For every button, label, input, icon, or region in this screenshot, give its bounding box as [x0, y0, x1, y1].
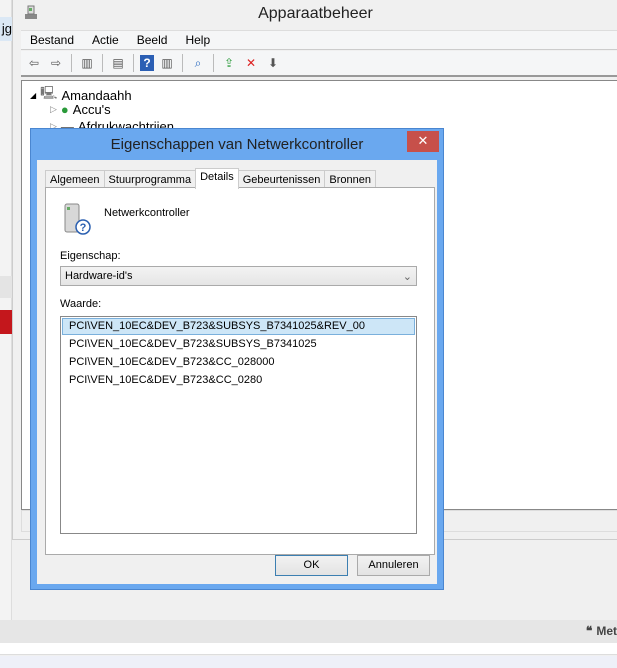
close-button[interactable]: ✕: [407, 131, 439, 152]
unknown-device-icon: ?: [64, 203, 91, 235]
tab-details[interactable]: Details: [195, 168, 239, 189]
menu-bar: Bestand Actie Beeld Help: [21, 30, 617, 50]
back-arrow-icon[interactable]: ⇦: [25, 54, 43, 72]
svg-text:?: ?: [80, 222, 87, 234]
toolbar-separator: [102, 54, 103, 72]
value-item[interactable]: PCI\VEN_10EC&DEV_B723&CC_028000: [62, 354, 415, 371]
close-icon: ✕: [417, 133, 429, 148]
tab-algemeen[interactable]: Algemeen: [45, 170, 105, 188]
background-tab-label: jg: [1, 21, 12, 36]
value-list[interactable]: PCI\VEN_10EC&DEV_B723&SUBSYS_B7341025&RE…: [60, 316, 417, 534]
show-hide-console-tree-icon[interactable]: ▥: [78, 54, 96, 72]
toolbar-separator: [133, 54, 134, 72]
chevron-down-icon: ⌄: [402, 271, 412, 283]
toolbar-separator: [71, 54, 72, 72]
toolbar-separator: [182, 54, 183, 72]
properties-icon[interactable]: ▤: [109, 54, 127, 72]
menu-beeld[interactable]: Beeld: [128, 31, 177, 49]
ok-button[interactable]: OK: [275, 555, 348, 576]
uninstall-device-icon[interactable]: ✕: [242, 54, 260, 72]
menu-help[interactable]: Help: [176, 31, 219, 49]
property-dropdown[interactable]: Hardware-id's ⌄: [60, 266, 417, 286]
scan-hardware-icon[interactable]: ⌕: [189, 54, 207, 72]
tab-bar: Algemeen Stuurprogramma Details Gebeurte…: [45, 168, 376, 189]
dialog-body: Algemeen Stuurprogramma Details Gebeurte…: [37, 160, 437, 584]
show-action-pane-icon[interactable]: ▥: [158, 54, 176, 72]
tree-root-label: Amandaahh: [61, 87, 132, 103]
device-name: Netwerkcontroller: [104, 207, 190, 219]
properties-dialog: Eigenschappen van Netwerkcontroller ✕ Al…: [30, 128, 444, 590]
background-red-bar: [0, 310, 12, 334]
details-panel: ? Netwerkcontroller Eigenschap: Hardware…: [45, 187, 435, 555]
disable-device-icon[interactable]: ⬇: [264, 54, 282, 72]
collapse-arrow-icon[interactable]: ◢: [30, 91, 36, 100]
help-icon[interactable]: ?: [140, 55, 154, 71]
tree-item-accus[interactable]: ▷ ● Accu's: [50, 102, 111, 117]
battery-icon: ●: [60, 102, 69, 117]
feedback-label: Met: [596, 624, 617, 638]
tab-gebeurtenissen[interactable]: Gebeurtenissen: [237, 170, 326, 188]
background-strip: [0, 643, 617, 655]
update-driver-icon[interactable]: ⇪: [220, 54, 238, 72]
cancel-button[interactable]: Annuleren: [357, 555, 430, 576]
window-title: Apparaatbeheer: [258, 5, 373, 22]
dialog-title: Eigenschappen van Netwerkcontroller: [110, 136, 364, 153]
value-item[interactable]: PCI\VEN_10EC&DEV_B723&SUBSYS_B7341025&RE…: [62, 318, 415, 335]
speech-bubble-icon: ❝: [585, 624, 593, 638]
value-item[interactable]: PCI\VEN_10EC&DEV_B723&CC_0280: [62, 372, 415, 389]
property-value: Hardware-id's: [65, 270, 133, 282]
background-tab[interactable]: jg: [0, 17, 12, 41]
background-strip: [0, 656, 617, 668]
toolbar-separator: [213, 54, 214, 72]
menu-actie[interactable]: Actie: [83, 31, 128, 49]
tab-bronnen[interactable]: Bronnen: [324, 170, 376, 188]
background-feedback-link[interactable]: ❝ Met: [586, 624, 617, 638]
tab-stuurprogramma[interactable]: Stuurprogramma: [103, 170, 197, 188]
expand-arrow-icon[interactable]: ▷: [50, 104, 57, 115]
value-label: Waarde:: [60, 298, 102, 310]
value-item[interactable]: PCI\VEN_10EC&DEV_B723&SUBSYS_B7341025: [62, 336, 415, 353]
tree-item-label: Accu's: [72, 102, 111, 117]
background-strip: [0, 276, 12, 298]
toolbar: ⇦ ⇨ ▥ ▤ ? ▥ ⌕ ⇪ ✕ ⬇: [21, 51, 617, 77]
background-bottom-bar: [0, 620, 617, 643]
forward-arrow-icon[interactable]: ⇨: [47, 54, 65, 72]
menu-bestand[interactable]: Bestand: [21, 31, 83, 49]
property-label: Eigenschap:: [60, 250, 121, 262]
